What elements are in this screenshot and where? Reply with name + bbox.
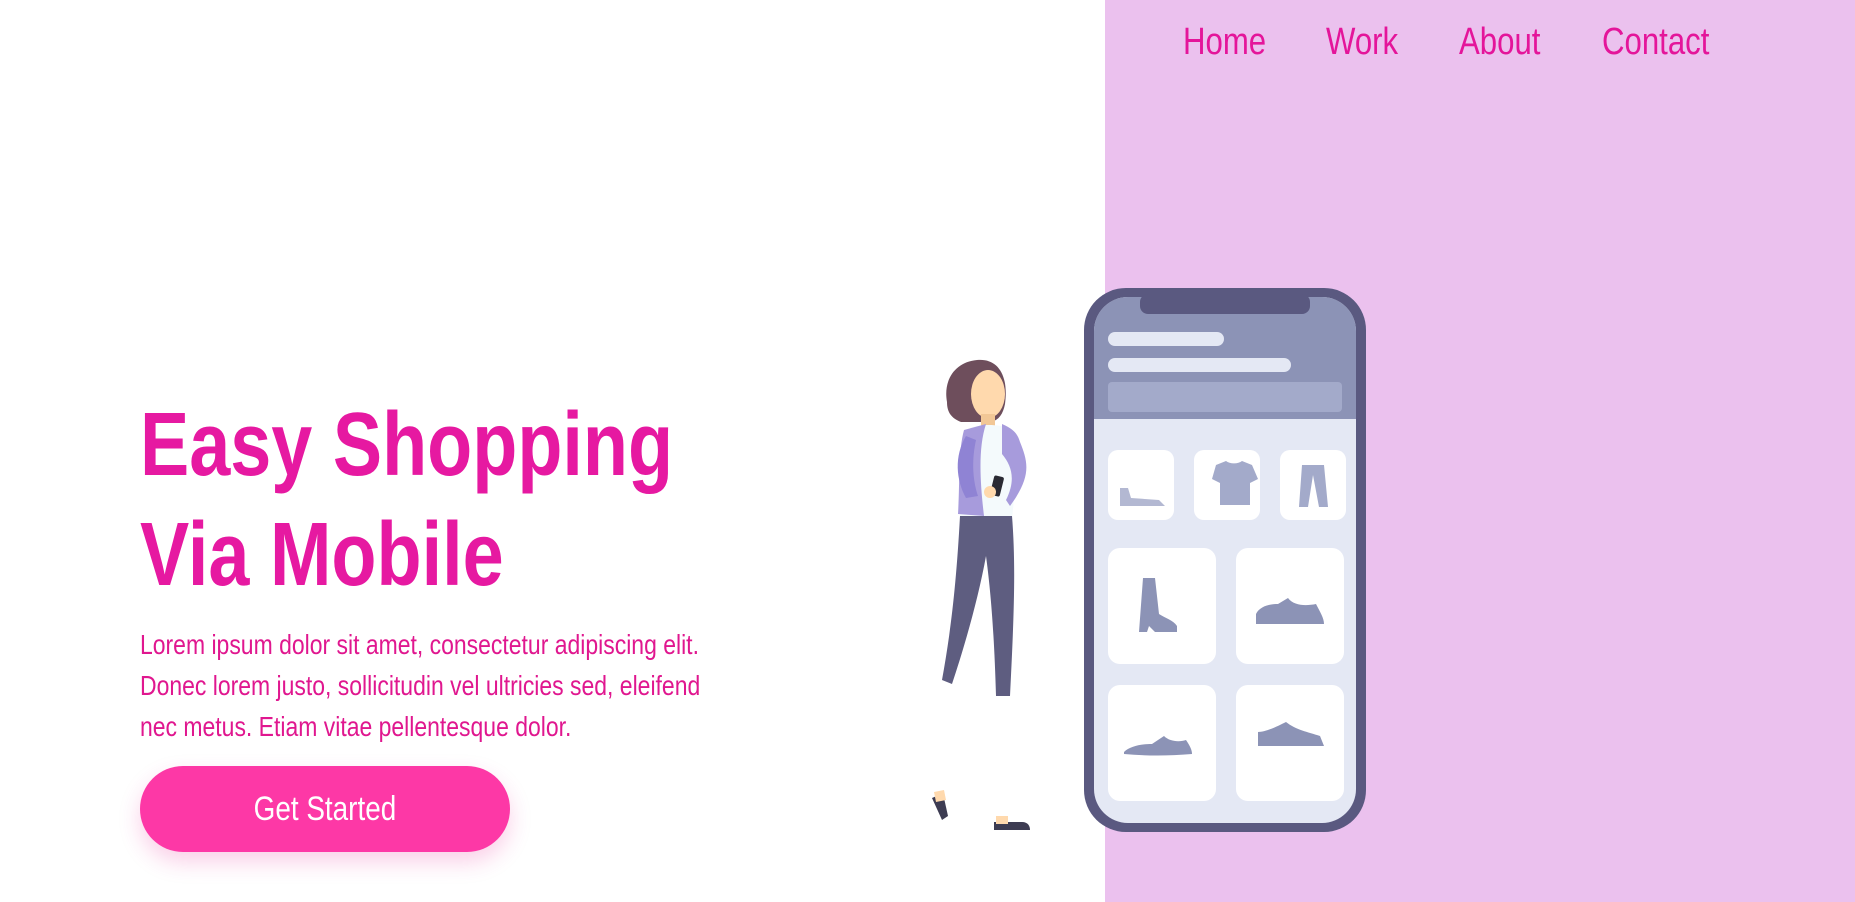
nav-link-work[interactable]: Work (1326, 14, 1398, 70)
pants-icon (1280, 450, 1346, 520)
get-started-label: Get Started (253, 789, 397, 828)
flat-shoe-icon (1108, 450, 1174, 520)
sneaker-icon (1108, 685, 1216, 801)
hero-title-line-1: Easy Shopping (140, 395, 674, 495)
tshirt-icon (1194, 450, 1260, 520)
nav-link-contact[interactable]: Contact (1602, 14, 1709, 70)
hero-title-line-2: Via Mobile (140, 505, 504, 605)
sneaker-icon (1236, 548, 1344, 664)
hero-title: Easy Shopping Via Mobile (140, 390, 674, 610)
nav-link-about[interactable]: About (1459, 14, 1540, 70)
get-started-button[interactable]: Get Started (140, 766, 510, 852)
hero-description: Lorem ipsum dolor sit amet, consectetur … (140, 629, 701, 742)
mobile-shopping-illustration (932, 288, 1366, 832)
boot-icon (1108, 548, 1216, 664)
shopper-woman-illustration (932, 359, 1030, 830)
nav-link-home[interactable]: Home (1183, 14, 1266, 70)
sneaker-icon (1236, 685, 1344, 801)
phone-illustration (1084, 288, 1366, 832)
